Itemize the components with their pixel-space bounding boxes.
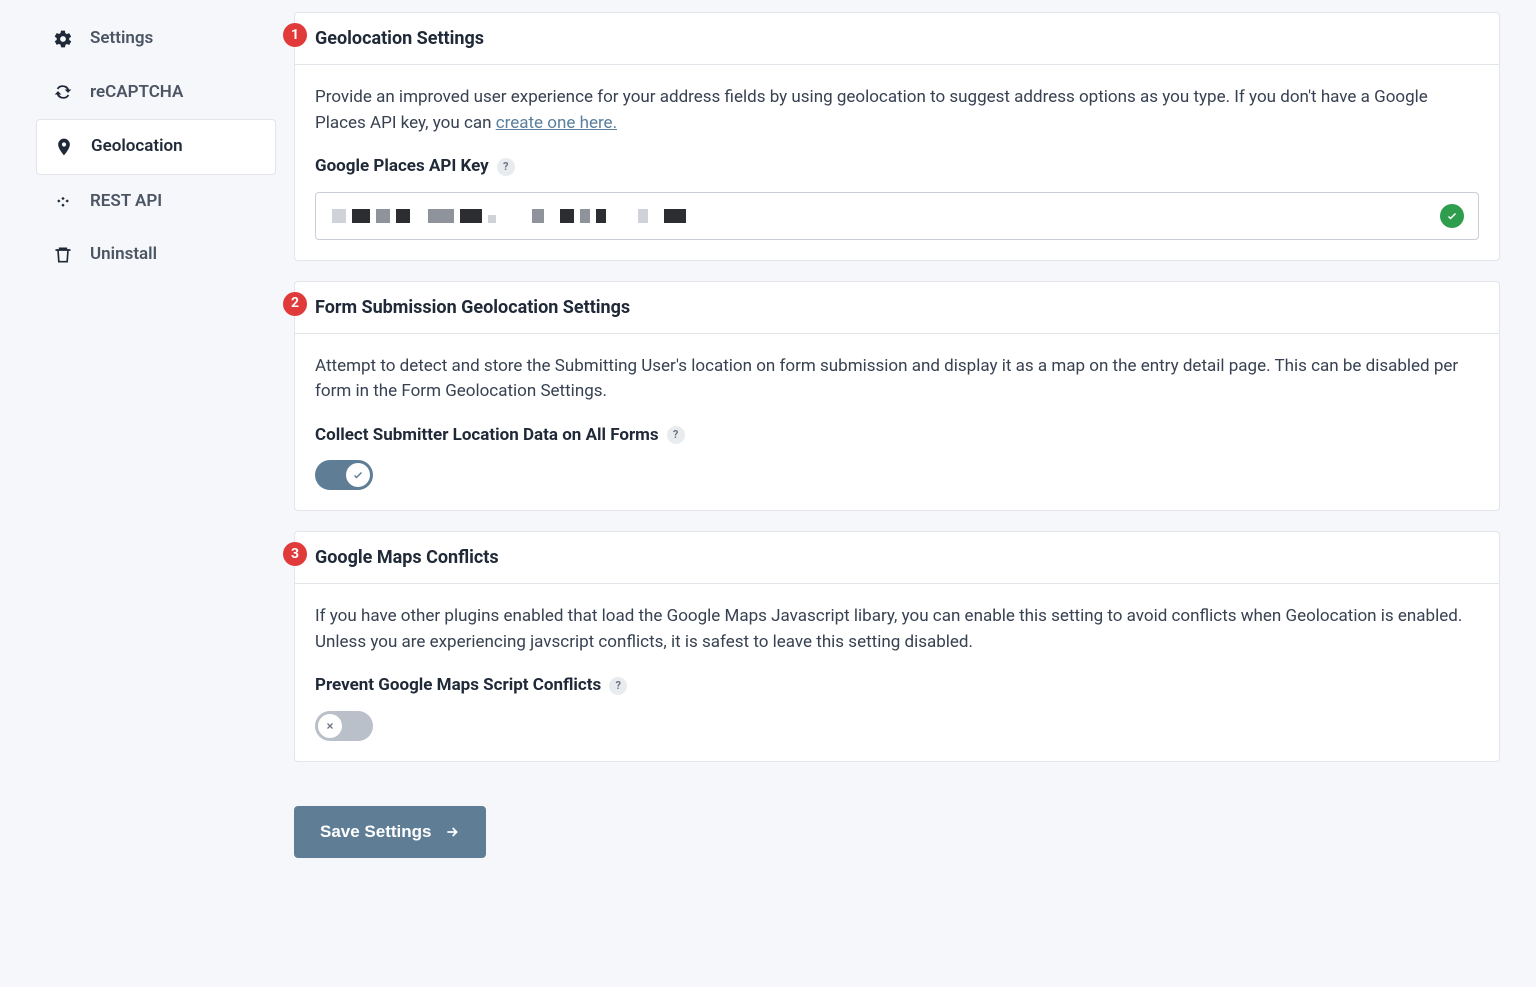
collect-location-toggle[interactable] (315, 460, 373, 490)
card-description: Provide an improved user experience for … (315, 85, 1479, 136)
step-badge-1: 1 (283, 23, 307, 47)
api-key-input[interactable] (315, 192, 1479, 240)
sidebar-item-settings[interactable]: Settings (36, 12, 276, 66)
sidebar-item-label: reCAPTCHA (90, 80, 183, 106)
arrow-right-icon (444, 824, 460, 840)
toggle-knob (318, 714, 342, 738)
card-description: If you have other plugins enabled that l… (315, 604, 1479, 655)
step-badge-2: 2 (283, 292, 307, 316)
geolocation-settings-card: 1 Geolocation Settings Provide an improv… (294, 12, 1500, 261)
sidebar-item-geolocation[interactable]: Geolocation (36, 119, 276, 175)
save-button-label: Save Settings (320, 822, 432, 842)
main-content: 1 Geolocation Settings Provide an improv… (294, 12, 1500, 927)
code-icon (52, 190, 74, 212)
create-api-key-link[interactable]: create one here. (496, 113, 617, 133)
card-description: Attempt to detect and store the Submitti… (315, 354, 1479, 405)
api-key-label: Google Places API Key (315, 154, 489, 180)
form-submission-geolocation-card: 2 Form Submission Geolocation Settings A… (294, 281, 1500, 512)
collect-location-label: Collect Submitter Location Data on All F… (315, 423, 659, 449)
sidebar-item-recaptcha[interactable]: reCAPTCHA (36, 66, 276, 120)
help-icon[interactable]: ? (667, 426, 685, 444)
step-badge-3: 3 (283, 542, 307, 566)
card-title: Geolocation Settings (295, 13, 1499, 65)
sidebar-item-label: Geolocation (91, 134, 183, 160)
trash-icon (52, 244, 74, 266)
refresh-icon (52, 81, 74, 103)
sidebar-item-rest-api[interactable]: REST API (36, 175, 276, 229)
sidebar-item-label: Settings (90, 26, 153, 52)
help-icon[interactable]: ? (497, 158, 515, 176)
help-icon[interactable]: ? (609, 677, 627, 695)
toggle-knob (346, 463, 370, 487)
sidebar-item-label: Uninstall (90, 242, 157, 268)
sidebar: Settings reCAPTCHA Geolocation REST API … (36, 12, 276, 927)
card-title: Google Maps Conflicts (295, 532, 1499, 584)
valid-check-icon (1440, 204, 1464, 228)
sidebar-item-label: REST API (90, 189, 162, 215)
card-title: Form Submission Geolocation Settings (295, 282, 1499, 334)
save-settings-button[interactable]: Save Settings (294, 806, 486, 858)
sidebar-item-uninstall[interactable]: Uninstall (36, 228, 276, 282)
prevent-conflicts-toggle[interactable] (315, 711, 373, 741)
gear-icon (52, 28, 74, 50)
location-pin-icon (53, 136, 75, 158)
prevent-conflicts-label: Prevent Google Maps Script Conflicts (315, 673, 601, 699)
google-maps-conflicts-card: 3 Google Maps Conflicts If you have othe… (294, 531, 1500, 762)
